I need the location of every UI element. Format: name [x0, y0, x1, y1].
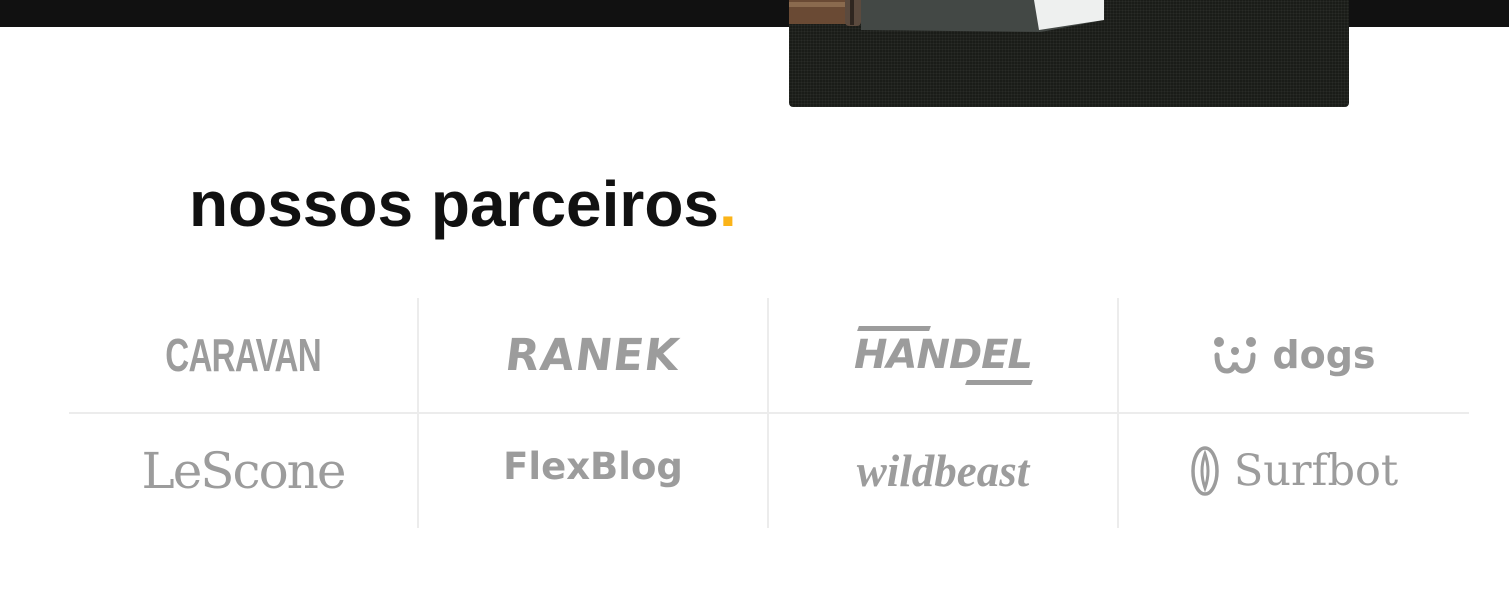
section-title: nossos parceiros.: [189, 166, 737, 242]
section-title-text: nossos parceiros: [189, 168, 719, 240]
partner-surfbot-text: Surfbot: [1233, 446, 1399, 496]
partner-handel[interactable]: HANDEL: [769, 298, 1119, 414]
partner-surfbot[interactable]: Surfbot: [1119, 414, 1469, 528]
handel-bottom-bar: [965, 380, 1033, 385]
partner-lescone[interactable]: LeScone: [69, 414, 419, 528]
partner-ranek[interactable]: RANEK: [419, 298, 769, 414]
partner-wildbeast[interactable]: wildbeast: [769, 414, 1119, 528]
partners-grid: CARAVAN RANEK HANDEL dogs LeScone FlexBl…: [69, 298, 1469, 528]
dog-face-icon: [1214, 337, 1257, 374]
hero-image: [789, 0, 1349, 107]
partner-lescone-logo: LeScone: [141, 442, 347, 500]
partner-caravan-logo: CARAVAN: [165, 329, 321, 381]
partner-dogs-text: dogs: [1272, 333, 1376, 377]
partner-flexblog[interactable]: FlexBlog: [419, 414, 769, 528]
partner-dogs[interactable]: dogs: [1119, 298, 1469, 414]
partner-dogs-logo: dogs: [1212, 333, 1376, 377]
partner-ranek-logo: RANEK: [504, 329, 682, 381]
partner-wildbeast-logo: wildbeast: [856, 446, 1030, 496]
partner-caravan[interactable]: CARAVAN: [69, 298, 419, 414]
section-title-accent-dot: .: [719, 168, 737, 240]
surfboard-icon: [1191, 446, 1219, 496]
handel-top-bar: [857, 326, 931, 331]
partner-handel-logo: HANDEL: [854, 326, 1033, 385]
partner-flexblog-logo: FlexBlog: [503, 444, 683, 488]
partner-handel-text: HANDEL: [854, 332, 1033, 378]
partner-surfbot-logo: Surfbot: [1190, 446, 1398, 496]
